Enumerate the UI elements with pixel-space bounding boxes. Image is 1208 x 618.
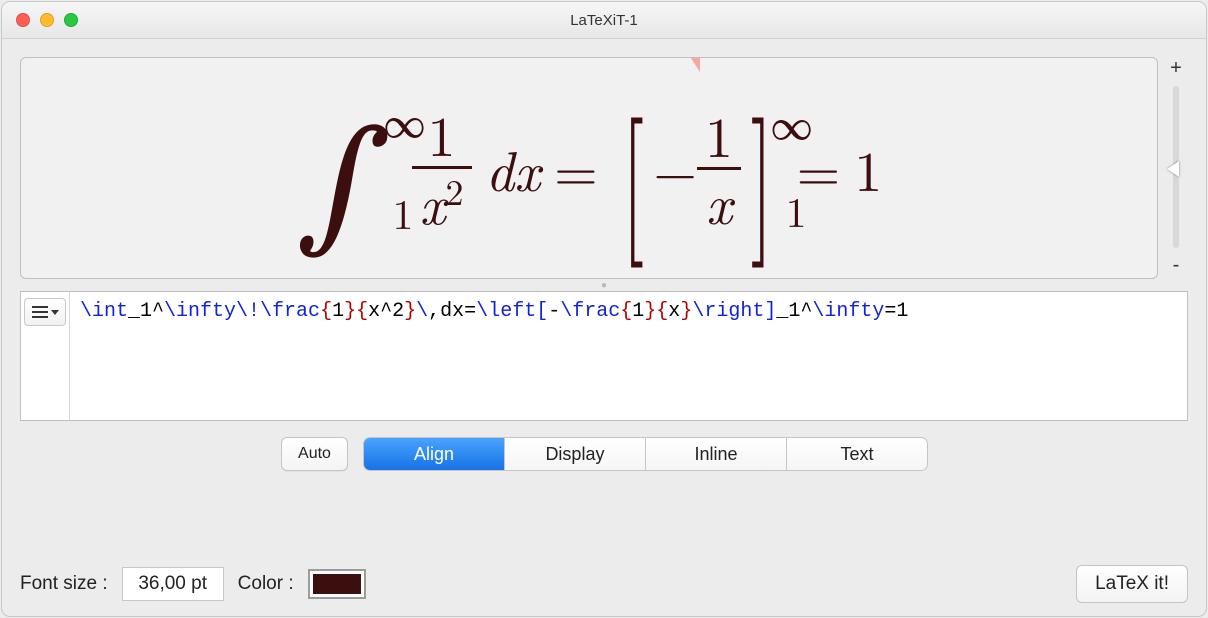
result: 1 — [854, 129, 882, 208]
code-token: } — [344, 300, 356, 323]
code-token: } — [644, 300, 656, 323]
color-well[interactable] — [308, 569, 366, 599]
latex-it-button[interactable]: LaTeX it! — [1076, 565, 1188, 603]
list-icon — [32, 306, 48, 318]
dx: dx — [486, 129, 541, 208]
code-token: 1 — [332, 300, 344, 323]
bracket-lower: 1 — [786, 181, 807, 240]
equals-1: = — [554, 129, 598, 208]
auto-button[interactable]: Auto — [281, 437, 348, 471]
zoom-out-button[interactable]: - — [1173, 254, 1180, 277]
code-token: x — [668, 300, 680, 323]
editor-gutter — [21, 292, 70, 420]
code-token: { — [620, 300, 632, 323]
code-token: \frac — [560, 300, 620, 323]
source-textarea[interactable]: \int_1^\infty\!\frac{1}{x^2}\,dx=\left[-… — [70, 292, 1187, 420]
color-swatch — [313, 574, 361, 594]
footer-row: Font size : 36,00 pt Color : LaTeX it! — [20, 547, 1188, 603]
body: ∫ ∞ 1 1 x2 dx = [ − — [2, 39, 1206, 616]
code-token: _1^ — [776, 300, 812, 323]
code-token: \int — [80, 300, 128, 323]
code-token: - — [548, 300, 560, 323]
code-token: } — [404, 300, 416, 323]
zoom-in-button[interactable]: + — [1170, 57, 1182, 80]
rendered-formula: ∫ ∞ 1 1 x2 dx = [ − — [296, 106, 883, 231]
color-label: Color : — [238, 573, 294, 595]
mode-tab-inline[interactable]: Inline — [646, 438, 787, 470]
mode-row: Auto AlignDisplayInlineText — [20, 437, 1188, 471]
code-token: x^2 — [368, 300, 404, 323]
code-token: { — [656, 300, 668, 323]
chevron-down-icon — [51, 310, 59, 315]
baseline-marker-icon[interactable] — [691, 58, 700, 72]
code-token: \ — [416, 300, 428, 323]
mode-tab-display[interactable]: Display — [505, 438, 646, 470]
window-title: LaTeXiT-1 — [2, 12, 1206, 29]
code-token: =1 — [884, 300, 908, 323]
minimize-icon[interactable] — [40, 13, 54, 27]
font-size-label: Font size : — [20, 573, 108, 595]
templates-menu-button[interactable] — [24, 298, 66, 326]
code-token: ,dx= — [428, 300, 476, 323]
pane-splitter[interactable]: ● — [20, 279, 1188, 291]
mode-segmented-control: AlignDisplayInlineText — [364, 438, 927, 470]
code-token: { — [356, 300, 368, 323]
source-editor: \int_1^\infty\!\frac{1}{x^2}\,dx=\left[-… — [20, 291, 1188, 421]
integral-upper: ∞ — [384, 104, 426, 138]
bracket-term: [ − 1 x ] ∞ 1 — [612, 107, 783, 230]
close-icon[interactable] — [16, 13, 30, 27]
window: LaTeXiT-1 ∫ ∞ 1 1 x2 — [2, 2, 1206, 616]
zoom-track[interactable] — [1173, 86, 1179, 248]
titlebar: LaTeXiT-1 — [2, 2, 1206, 39]
integral-lower: 1 — [393, 196, 414, 230]
fraction-2: 1 x — [697, 107, 741, 230]
code-token: { — [320, 300, 332, 323]
code-token: } — [680, 300, 692, 323]
font-size-field[interactable]: 36,00 pt — [122, 567, 224, 601]
mode-tab-align[interactable]: Align — [364, 438, 505, 470]
zoom-thumb-icon[interactable] — [1167, 161, 1179, 177]
fraction-1-num: 1 — [420, 106, 464, 162]
code-token: \infty — [812, 300, 884, 323]
code-token: \infty\!\frac — [164, 300, 320, 323]
integral-symbol: ∫ ∞ 1 — [296, 112, 392, 224]
code-token: \left[ — [476, 300, 548, 323]
zoom-slider: + - — [1164, 57, 1188, 279]
fraction-1-den: x2 — [412, 173, 472, 231]
mode-tab-text[interactable]: Text — [787, 438, 927, 470]
preview-row: ∫ ∞ 1 1 x2 dx = [ − — [20, 57, 1188, 279]
code-token: 1 — [632, 300, 644, 323]
bracket-upper: ∞ — [771, 93, 813, 152]
minus: − — [653, 129, 697, 208]
code-token: _1^ — [128, 300, 164, 323]
code-token: \right] — [692, 300, 776, 323]
window-controls — [16, 13, 78, 27]
preview-pane[interactable]: ∫ ∞ 1 1 x2 dx = [ − — [20, 57, 1158, 279]
zoom-icon[interactable] — [64, 13, 78, 27]
